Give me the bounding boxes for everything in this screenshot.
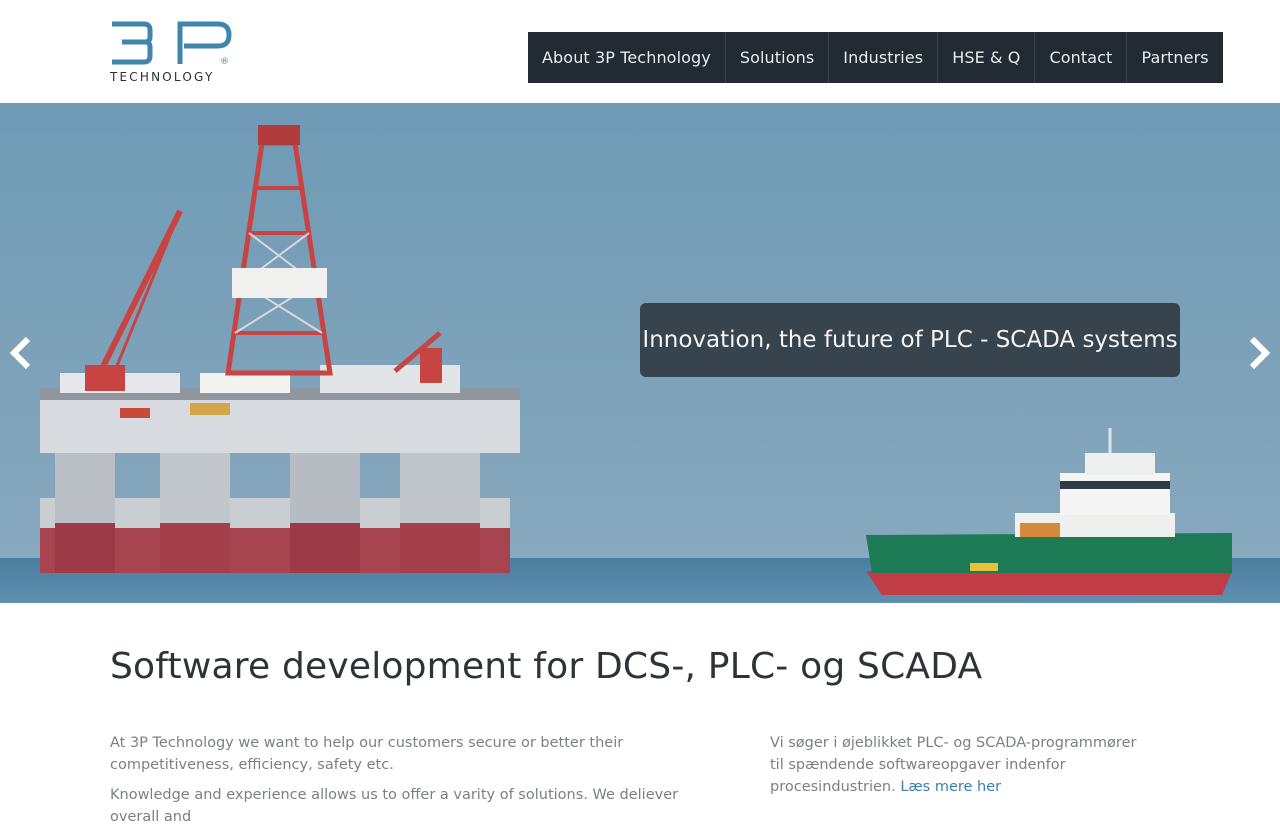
- main-navigation: About 3P Technology Solutions Industries…: [528, 32, 1223, 83]
- nav-item-partners[interactable]: Partners: [1127, 32, 1222, 83]
- carousel-next-button[interactable]: [1246, 335, 1272, 371]
- jobs-column: Vi søger i øjeblikket PLC- og SCADA-prog…: [770, 732, 1150, 806]
- nav-item-solutions[interactable]: Solutions: [726, 32, 830, 83]
- nav-item-hse[interactable]: HSE & Q: [938, 32, 1036, 83]
- logo-graphic: ® TECHNOLOGY: [109, 21, 232, 84]
- company-logo[interactable]: ® TECHNOLOGY: [109, 20, 234, 84]
- site-header: ® TECHNOLOGY About 3P Technology Solutio…: [0, 0, 1280, 103]
- carousel-prev-button[interactable]: [8, 335, 34, 371]
- logo-subtitle: TECHNOLOGY: [110, 70, 214, 84]
- nav-item-contact[interactable]: Contact: [1035, 32, 1128, 83]
- intro-column: At 3P Technology we want to help our cus…: [110, 732, 730, 836]
- intro-paragraph-2: Knowledge and experience allows us to of…: [110, 787, 679, 825]
- page-title: Software development for DCS-, PLC- og S…: [110, 646, 983, 687]
- nav-item-industries[interactable]: Industries: [829, 32, 939, 83]
- logo-registered-mark: ®: [220, 57, 229, 67]
- read-more-link[interactable]: Læs mere her: [900, 779, 1001, 795]
- nav-item-about[interactable]: About 3P Technology: [528, 32, 726, 83]
- hero-caption: Innovation, the future of PLC - SCADA sy…: [640, 303, 1180, 377]
- jobs-paragraph: Vi søger i øjeblikket PLC- og SCADA-prog…: [770, 732, 1150, 798]
- hero-carousel: Innovation, the future of PLC - SCADA sy…: [0, 103, 1280, 603]
- intro-paragraph: At 3P Technology we want to help our cus…: [110, 735, 624, 773]
- chevron-right-icon: [1249, 336, 1271, 370]
- chevron-left-icon: [9, 336, 31, 370]
